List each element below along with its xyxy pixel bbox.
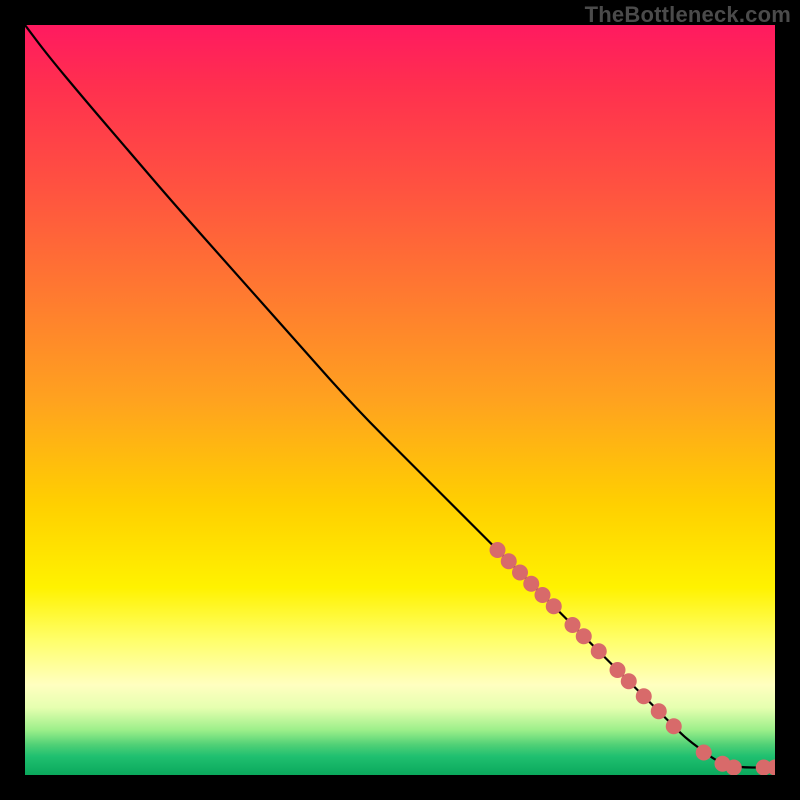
watermark-text: TheBottleneck.com [585,2,791,28]
marker-dot [591,643,607,659]
marker-dot [651,703,667,719]
chart-frame: TheBottleneck.com [0,0,800,800]
chart-overlay [25,25,775,775]
marker-dot [546,598,562,614]
highlight-markers [490,542,776,775]
marker-dot [666,718,682,734]
marker-dot [576,628,592,644]
marker-dot [636,688,652,704]
marker-dot [621,673,637,689]
marker-dot [696,745,712,761]
marker-dot [726,760,742,776]
curve-path [25,25,775,768]
